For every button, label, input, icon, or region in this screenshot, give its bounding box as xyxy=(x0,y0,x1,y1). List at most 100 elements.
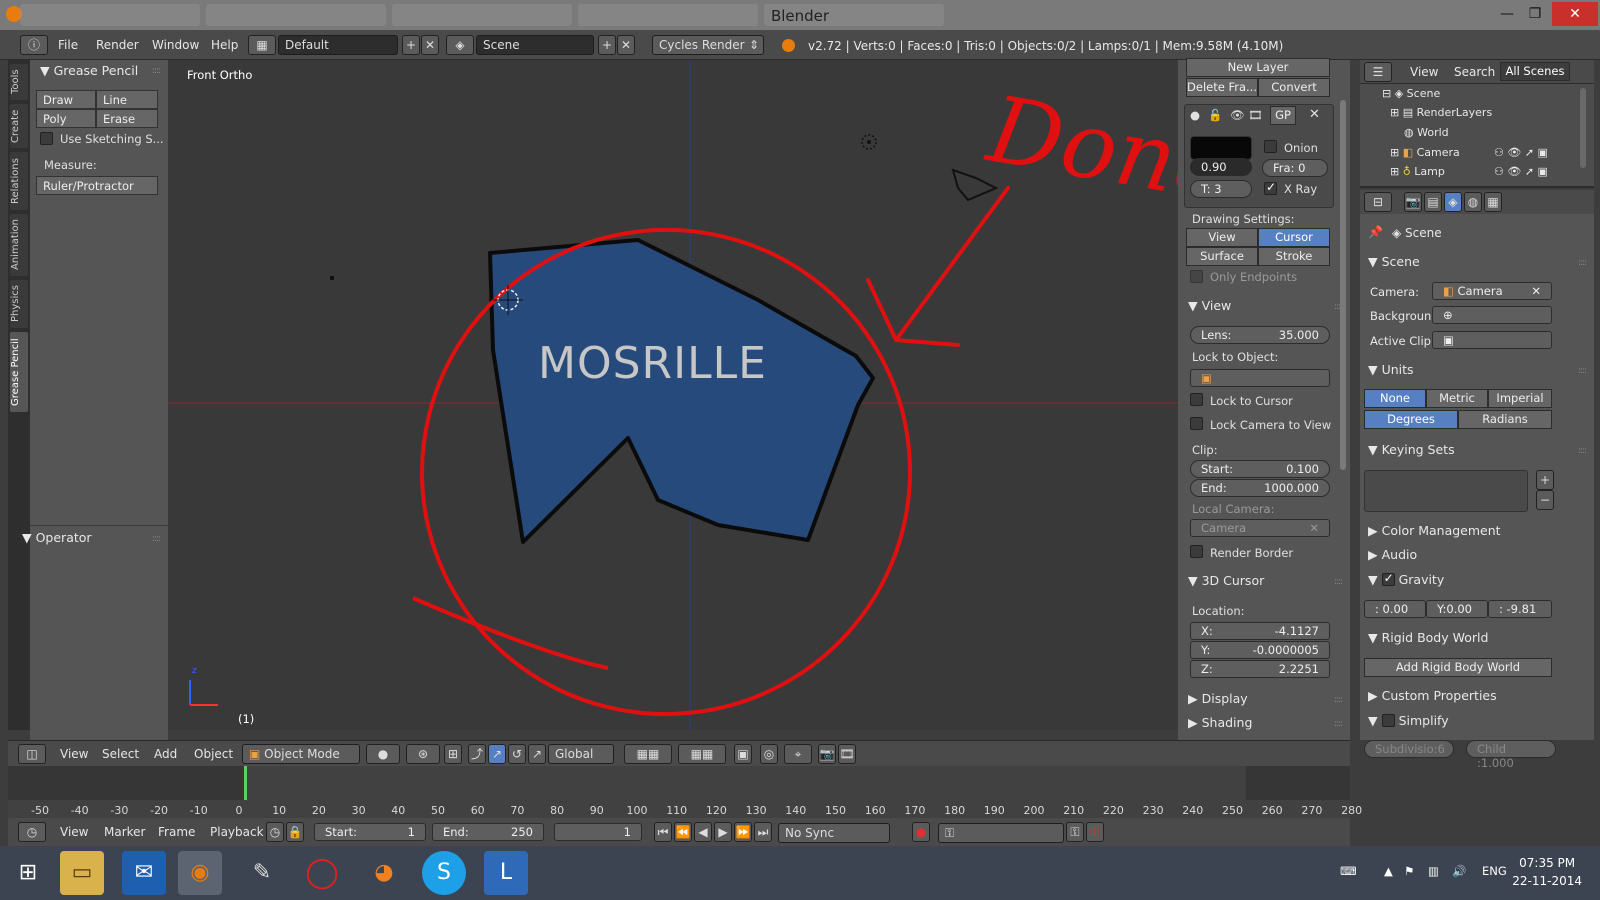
render-preview-icon[interactable]: 📷 xyxy=(818,744,836,764)
gravity-y-field[interactable]: Y:0.00 xyxy=(1426,600,1488,618)
lock-to-cursor-checkbox[interactable] xyxy=(1190,393,1203,406)
render-anim-icon[interactable]: 🎞 xyxy=(838,744,856,764)
line-button[interactable]: Line xyxy=(96,90,158,109)
background-field[interactable]: ⊕ xyxy=(1432,306,1552,324)
texture-context-icon[interactable]: ▦ xyxy=(1484,192,1502,212)
cursor-x-field[interactable]: X: -4.1127 xyxy=(1190,622,1330,640)
active-clip-field[interactable]: ▣ xyxy=(1432,331,1552,349)
grab-icon[interactable]: ↗ xyxy=(528,744,546,764)
degrees-button[interactable]: Degrees xyxy=(1364,410,1458,429)
tray-chevron-icon[interactable]: ▲ xyxy=(1384,864,1393,878)
panel-drag-handle[interactable]: :::: xyxy=(152,66,161,76)
simplify-panel-header[interactable]: ▼ Simplify xyxy=(1368,712,1449,728)
ruler-protractor-button[interactable]: Ruler/Protractor xyxy=(36,176,158,195)
layers-context-icon[interactable]: ▤ xyxy=(1424,192,1442,212)
tab-animation[interactable]: Animation xyxy=(10,214,28,276)
language-indicator[interactable]: ENG xyxy=(1482,864,1507,878)
minimize-button[interactable]: — xyxy=(1492,2,1522,26)
opacity-field[interactable]: 0.90 xyxy=(1190,158,1252,176)
draw-stroke-button[interactable]: Stroke xyxy=(1258,247,1330,266)
start-frame-field[interactable]: Start: 1 xyxy=(314,823,426,841)
properties-editor-icon[interactable]: ⊟ xyxy=(1364,192,1392,212)
outliner-editor-icon[interactable]: ☰ xyxy=(1364,62,1392,82)
lock-range-icon[interactable]: 🔒 xyxy=(286,822,304,842)
timeline-editor-icon[interactable]: ◷ xyxy=(18,822,46,842)
draw-surface-button[interactable]: Surface xyxy=(1186,247,1258,266)
end-frame-field[interactable]: End: 250 xyxy=(432,823,544,841)
thickness-field[interactable]: T: 3 xyxy=(1190,180,1252,198)
file-explorer-icon[interactable]: ▭ xyxy=(60,851,104,895)
film-icon[interactable]: 🎞 xyxy=(1248,108,1263,122)
add-rigid-body-world-button[interactable]: Add Rigid Body World xyxy=(1364,658,1552,677)
translate-icon[interactable]: ⤴ xyxy=(468,744,486,764)
world-context-icon[interactable]: ◍ xyxy=(1464,192,1482,212)
new-layer-button[interactable]: New Layer xyxy=(1186,58,1330,77)
outliner-item-renderlayers[interactable]: ⊞ ▤ RenderLayers xyxy=(1390,106,1492,119)
current-frame-field[interactable]: 1 xyxy=(554,823,642,841)
clear-camera-icon[interactable]: ✕ xyxy=(1309,521,1319,535)
display-panel-header[interactable]: ▶ Display xyxy=(1188,691,1248,706)
lock-object-field[interactable]: ▣ xyxy=(1190,369,1330,387)
clip-end-field[interactable]: End: 1000.000 xyxy=(1190,479,1330,497)
lock-camera-checkbox[interactable] xyxy=(1190,417,1203,430)
mode-select[interactable]: ▣ Object Mode xyxy=(242,744,360,764)
lamp-visibility-icons[interactable]: ⚇ 👁 ➚ ▣ xyxy=(1494,165,1548,178)
gravity-panel-header[interactable]: ▼ Gravity xyxy=(1368,571,1444,587)
units-metric-button[interactable]: Metric xyxy=(1426,389,1488,408)
layout-icon[interactable]: ▦ xyxy=(248,35,276,55)
clip-start-field[interactable]: Start: 0.100 xyxy=(1190,460,1330,478)
lync-icon[interactable]: L xyxy=(484,851,528,895)
lock-layers-icon[interactable]: ▣ xyxy=(734,744,752,764)
display-panel-handle[interactable]: :::: xyxy=(1334,695,1343,705)
shading-panel-handle[interactable]: :::: xyxy=(1334,719,1343,729)
close-button[interactable]: ✕ xyxy=(1552,2,1598,26)
scene-field[interactable]: Scene xyxy=(476,35,594,55)
pin-icon[interactable]: 📌 xyxy=(1368,225,1383,239)
use-sketching-checkbox[interactable] xyxy=(40,132,53,145)
layer-buttons-b[interactable]: ▦▦ xyxy=(678,744,726,764)
cursor-panel-handle[interactable]: :::: xyxy=(1334,577,1343,587)
subdivision-field[interactable]: Subdivisio:6 xyxy=(1364,740,1454,758)
keying-sets-list[interactable] xyxy=(1364,470,1528,512)
color-swatch[interactable] xyxy=(1190,136,1252,160)
units-panel-handle[interactable]: :::: xyxy=(1578,366,1587,376)
cursor-y-field[interactable]: Y: -0.0000005 xyxy=(1190,641,1330,659)
blender-taskbar-icon[interactable]: ◉ xyxy=(178,851,222,895)
editor-type-icon[interactable]: ⓘ xyxy=(20,35,48,55)
keying-sets-panel-header[interactable]: ▼ Keying Sets xyxy=(1368,442,1455,457)
delete-keyframe-icon[interactable]: ⚿ xyxy=(1086,822,1104,842)
gravity-z-field[interactable]: : -9.81 xyxy=(1488,600,1552,618)
network-icon[interactable]: ▥ xyxy=(1428,864,1439,878)
tab-relations[interactable]: Relations xyxy=(10,152,28,210)
properties-scrollbar[interactable] xyxy=(1340,100,1346,470)
scene-panel-header[interactable]: ▼ Scene xyxy=(1368,254,1420,269)
rotate-icon[interactable]: ↗ xyxy=(488,744,506,764)
jump-end-icon[interactable]: ⏭ xyxy=(754,822,772,842)
scene-panel-handle[interactable]: :::: xyxy=(1578,258,1587,268)
remove-layer-icon[interactable]: ✕ xyxy=(1309,107,1320,122)
snap-icon[interactable]: ⌖ xyxy=(784,744,812,764)
flag-icon[interactable]: ⚑ xyxy=(1404,864,1414,878)
only-endpoints-checkbox[interactable] xyxy=(1190,270,1203,283)
menu-window[interactable]: Window xyxy=(152,38,199,52)
render-border-checkbox[interactable] xyxy=(1190,545,1203,558)
operator-panel-header[interactable]: ▼ Operator xyxy=(22,530,92,545)
remove-scene-button[interactable]: ✕ xyxy=(617,35,635,55)
prev-keyframe-icon[interactable]: ⏪ xyxy=(674,822,692,842)
audio-panel-header[interactable]: ▶ Audio xyxy=(1368,547,1417,562)
layer-buttons-a[interactable]: ▦▦ xyxy=(624,744,672,764)
menu-render[interactable]: Render xyxy=(96,38,139,52)
viewport-menu-object[interactable]: Object xyxy=(194,747,233,761)
sync-select[interactable]: No Sync xyxy=(778,823,890,843)
draw-cursor-button[interactable]: Cursor xyxy=(1258,228,1330,247)
units-panel-header[interactable]: ▼ Units xyxy=(1368,362,1414,377)
viewport-editor-icon[interactable]: ◫ xyxy=(18,744,46,764)
outliner-scrollbar[interactable] xyxy=(1580,88,1586,168)
manipulator-toggle-icon[interactable]: ⊞ xyxy=(444,744,462,764)
custom-properties-panel-header[interactable]: ▶ Custom Properties xyxy=(1368,688,1497,703)
draw-button[interactable]: Draw xyxy=(36,90,96,109)
color-management-panel-header[interactable]: ▶ Color Management xyxy=(1368,523,1501,538)
scale-icon[interactable]: ↺ xyxy=(508,744,526,764)
scene-icon[interactable]: ◈ xyxy=(446,35,474,55)
orientation-select[interactable]: Global xyxy=(548,744,614,764)
